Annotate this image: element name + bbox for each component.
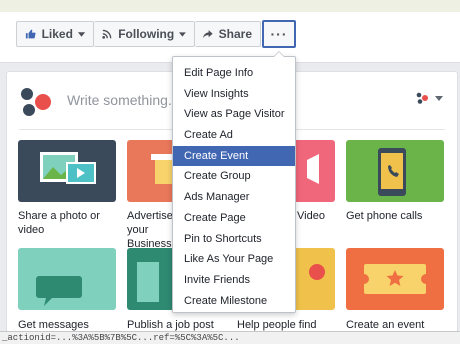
liked-button[interactable]: Liked [16,21,94,47]
more-options-menu: Edit Page Info View Insights View as Pag… [172,51,296,313]
more-dots-icon: ··· [270,26,288,42]
menu-item-view-as-visitor[interactable]: View as Page Visitor [173,104,295,125]
menu-item-create-page[interactable]: Create Page [173,208,295,229]
tile-phone-calls-label: Get phone calls [346,210,423,222]
rss-icon [102,29,112,39]
tile-create-event[interactable] [346,248,444,310]
chevron-down-icon [179,31,186,37]
share-label: Share [218,27,252,41]
share-arrow-icon [203,29,213,38]
tile-share-photo-label: Share a photo or video [18,210,100,236]
menu-item-create-group[interactable]: Create Group [173,166,295,187]
liked-label: Liked [41,27,73,41]
chevron-down-icon [435,95,443,101]
browser-status-bar: _actionid=...%3A%5B%7B%5C...ref=%5C%3A%5… [0,331,460,344]
more-options-button[interactable]: ··· [262,20,296,48]
share-button[interactable]: Share [195,21,261,47]
menu-item-pin-to-shortcuts[interactable]: Pin to Shortcuts [173,229,295,250]
menu-item-create-ad[interactable]: Create Ad [173,125,295,146]
message-bubble-icon [36,276,82,306]
chevron-down-icon [77,31,85,37]
menu-item-create-event[interactable]: Create Event [173,145,295,167]
page-avatar-small-icon [416,92,428,104]
tile-share-photo[interactable] [18,140,116,202]
ticket-icon [359,264,431,294]
cover-photo-edge [0,0,460,12]
page-avatar-logo [21,88,51,116]
tile-create-event-label: Create an event [346,319,425,331]
post-as-selector[interactable] [416,92,443,104]
tile-help-find-label: Help people find [237,319,317,331]
menu-item-like-as-page[interactable]: Like As Your Page [173,249,295,270]
phone-icon [378,148,406,196]
menu-item-create-milestone[interactable]: Create Milestone [173,291,295,312]
following-button[interactable]: Following [94,21,195,47]
photo-video-icon [40,152,96,184]
tile-messages-label: Get messages [18,319,89,331]
tile-job-post-label: Publish a job post [127,319,214,331]
tile-phone-calls[interactable] [346,140,444,202]
tile-video-label: Video [297,210,325,222]
menu-item-view-insights[interactable]: View Insights [173,84,295,105]
thumbs-up-icon [25,29,36,39]
menu-item-invite-friends[interactable]: Invite Friends [173,270,295,291]
tile-messages[interactable] [18,248,116,310]
menu-item-edit-page-info[interactable]: Edit Page Info [173,63,295,84]
menu-item-ads-manager[interactable]: Ads Manager [173,187,295,208]
write-something-input[interactable]: Write something... [67,92,180,108]
following-label: Following [118,27,175,41]
